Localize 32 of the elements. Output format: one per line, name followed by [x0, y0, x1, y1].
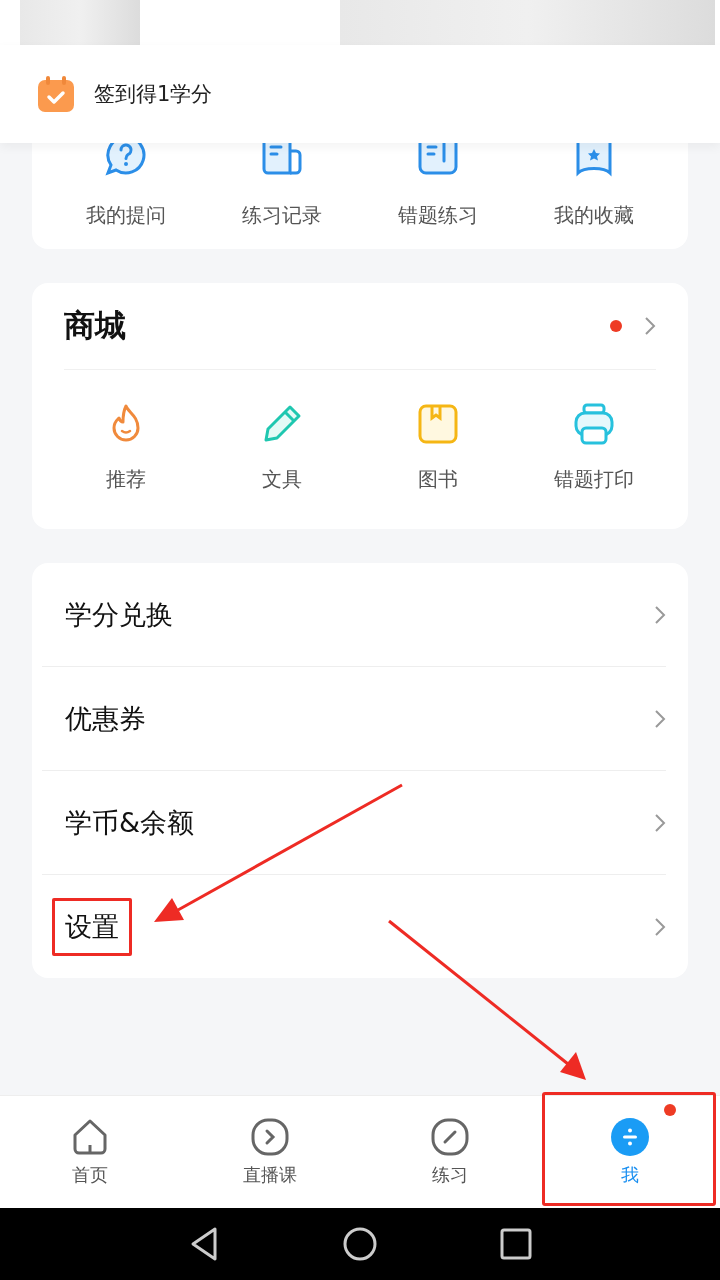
menu-item[interactable]: 学币&余额 — [42, 771, 666, 875]
signin-label: 签到得1学分 — [94, 81, 213, 108]
shop-category[interactable]: 推荐 — [48, 402, 204, 493]
chevron-right-icon — [654, 916, 666, 937]
document-icon — [260, 143, 304, 177]
question-bubble-icon — [104, 143, 148, 177]
tab[interactable]: 练习 — [360, 1096, 540, 1208]
recent-apps-icon[interactable] — [498, 1226, 534, 1262]
chevron-right-icon[interactable] — [644, 316, 656, 336]
chevron-right-icon — [654, 604, 666, 625]
book-icon — [416, 402, 460, 446]
shop-category[interactable]: 文具 — [204, 402, 360, 493]
home-circle-icon[interactable] — [342, 1226, 378, 1262]
tab[interactable]: 首页 — [0, 1096, 180, 1208]
shop-title: 商城 — [64, 306, 127, 345]
chevron-right-icon — [654, 812, 666, 833]
quick-link[interactable]: 我的收藏 — [516, 143, 672, 229]
menu-item[interactable]: 学分兑换 — [42, 563, 666, 667]
signin-banner[interactable]: 签到得1学分 — [0, 45, 720, 143]
menu-item[interactable]: 优惠券 — [42, 667, 666, 771]
shop-category[interactable]: 图书 — [360, 402, 516, 493]
menu-item[interactable]: 设置 — [42, 875, 666, 978]
quick-link[interactable]: 练习记录 — [204, 143, 360, 229]
calendar-check-icon — [36, 74, 76, 114]
notebook-icon — [416, 143, 460, 177]
quick-link[interactable]: 我的提问 — [48, 143, 204, 229]
tab[interactable]: 直播课 — [180, 1096, 360, 1208]
divide-circle-icon — [610, 1117, 650, 1157]
printer-icon — [572, 402, 616, 446]
quick-link[interactable]: 错题练习 — [360, 143, 516, 229]
shop-category[interactable]: 错题打印 — [516, 402, 672, 493]
chevron-right-icon — [654, 708, 666, 729]
